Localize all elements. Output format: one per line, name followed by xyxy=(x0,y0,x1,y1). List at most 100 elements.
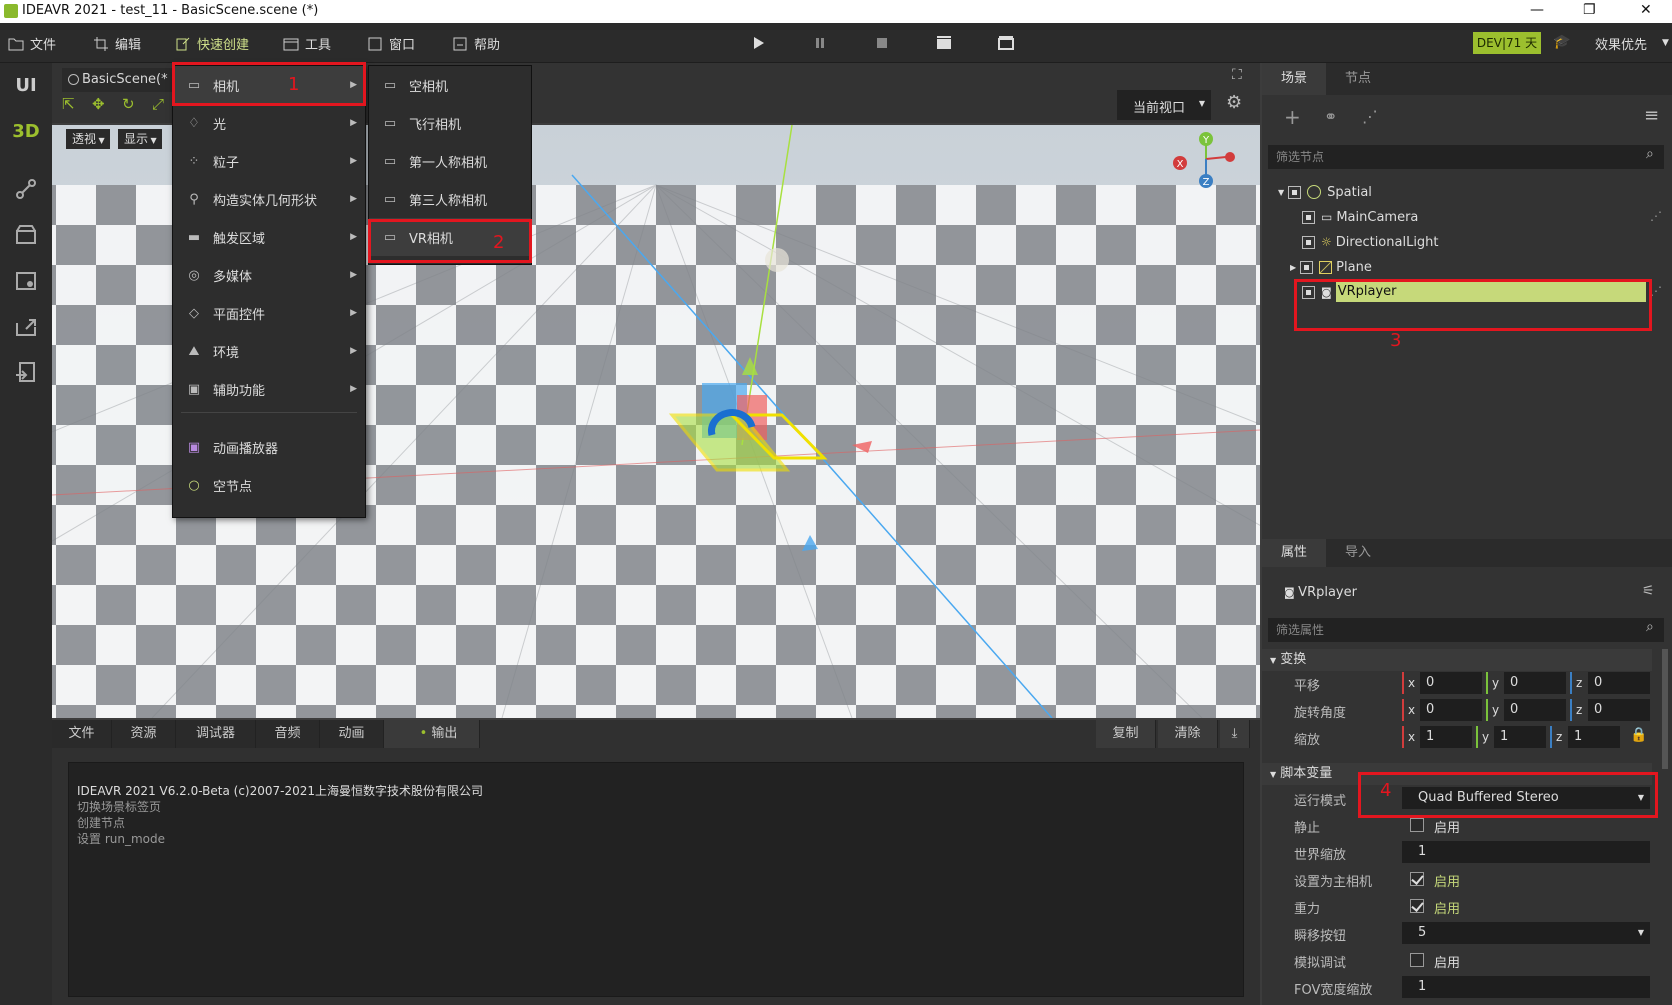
tab-node[interactable]: 节点 xyxy=(1326,63,1390,95)
menu-window[interactable]: 窗口 xyxy=(367,34,415,53)
menu-item-empty-node[interactable]: ○ 空节点 xyxy=(173,466,365,504)
world-scale-field[interactable]: 1 xyxy=(1402,841,1650,863)
menu-edit[interactable]: 编辑 xyxy=(93,34,141,53)
link-icon[interactable]: ⚭ xyxy=(1324,107,1337,126)
tab-files[interactable]: 文件 xyxy=(52,720,112,748)
close-icon[interactable]: ✕ xyxy=(1640,2,1652,18)
scale-x-field[interactable]: 1 xyxy=(1420,726,1472,748)
scene-tab[interactable]: BasicScene(* xyxy=(62,68,180,92)
rotate-tool-icon[interactable]: ↻ xyxy=(122,95,135,113)
submenu-vr-camera[interactable]: ▭ VR相机 xyxy=(369,218,531,256)
menu-item-particles[interactable]: ⁘ 粒子 ▶ xyxy=(173,142,365,180)
scale-z-field[interactable]: 1 xyxy=(1568,726,1620,748)
3d-mode-button[interactable]: 3D xyxy=(12,121,40,149)
axis-gizmo[interactable]: Y Z X xyxy=(1172,131,1242,195)
inspector-scrollbar[interactable] xyxy=(1662,649,1668,769)
rotation-z-field[interactable]: 0 xyxy=(1588,699,1650,721)
visibility-toggle[interactable] xyxy=(1288,185,1302,199)
filter-nodes-input[interactable]: 筛选节点 xyxy=(1268,145,1664,169)
tree-node-spatial[interactable]: ▼ Spatial xyxy=(1278,181,1372,203)
add-node-icon[interactable]: + xyxy=(1284,105,1301,129)
restore-icon[interactable]: ❐ xyxy=(1583,2,1596,18)
chevron-down-icon[interactable]: ▼ xyxy=(1662,38,1669,48)
settings-panel-icon[interactable] xyxy=(12,267,40,295)
tab-properties[interactable]: 属性 xyxy=(1262,539,1326,567)
expand-arrow-icon[interactable]: ▶ xyxy=(1290,263,1296,272)
menu-quick-create[interactable]: 快速创建 xyxy=(175,34,249,53)
script-variables-section[interactable]: ▼ 脚本变量 xyxy=(1262,763,1652,785)
node-graph-icon[interactable]: ⋰ xyxy=(1650,209,1662,223)
menu-item-environment[interactable]: ⛰ 环境 ▶ xyxy=(173,332,365,370)
main-camera-checkbox[interactable] xyxy=(1410,872,1424,886)
console-output[interactable]: IDEAVR 2021 V6.2.0-Beta (c)2007-2021上海曼恒… xyxy=(68,762,1244,997)
tab-output[interactable]: • 输出 xyxy=(384,720,480,748)
store-icon[interactable] xyxy=(12,221,40,249)
node-graph-icon[interactable] xyxy=(12,175,40,203)
submenu-third-person-camera[interactable]: ▭ 第三人称相机 xyxy=(369,180,531,218)
menu-item-light[interactable]: ♢ 光 ▶ xyxy=(173,104,365,142)
perspective-button[interactable]: 透视 ▼ xyxy=(66,129,110,149)
node-graph-icon[interactable]: ⋰ xyxy=(1650,284,1662,298)
menu-item-toolbox[interactable]: ▣ 辅助功能 ▶ xyxy=(173,370,365,408)
run-scene-icon[interactable] xyxy=(936,35,952,51)
tab-resources[interactable]: 资源 xyxy=(112,720,176,748)
export-icon[interactable] xyxy=(12,313,40,341)
copy-button[interactable]: 复制 xyxy=(1096,720,1156,748)
menu-item-camera[interactable]: ▭ 相机 ▶ xyxy=(173,66,365,104)
tree-node-directionallight[interactable]: ☼ DirectionalLight xyxy=(1302,231,1439,253)
menu-item-csg[interactable]: ⚲ 构造实体几何形状 ▶ xyxy=(173,180,365,218)
current-view-dropdown[interactable]: 当前视口 ▼ xyxy=(1117,90,1211,120)
teleport-button-dropdown[interactable]: 5 ▼ xyxy=(1402,922,1650,944)
stop-icon[interactable] xyxy=(874,35,890,51)
scale-y-field[interactable]: 1 xyxy=(1494,726,1546,748)
translation-z-field[interactable]: 0 xyxy=(1588,672,1650,694)
select-tool-icon[interactable]: ⇱ xyxy=(62,95,75,113)
expand-arrow-icon[interactable]: ▼ xyxy=(1278,188,1284,197)
tab-import[interactable]: 导入 xyxy=(1326,539,1390,567)
submenu-empty-camera[interactable]: ▭ 空相机 xyxy=(369,66,531,104)
visibility-toggle[interactable] xyxy=(1302,235,1315,249)
menu-help[interactable]: 帮助 xyxy=(452,34,500,53)
play-icon[interactable] xyxy=(750,35,766,51)
menu-tools[interactable]: 工具 xyxy=(283,34,331,53)
pause-icon[interactable] xyxy=(812,35,828,51)
menu-item-control[interactable]: ◇ 平面控件 ▶ xyxy=(173,294,365,332)
static-checkbox[interactable] xyxy=(1410,818,1424,832)
tree-node-vrplayer[interactable]: ◙ VRplayer xyxy=(1302,281,1646,303)
gravity-checkbox[interactable] xyxy=(1410,899,1424,913)
ui-mode-button[interactable]: UI xyxy=(12,75,40,103)
fov-scale-field[interactable]: 1 xyxy=(1402,976,1650,998)
translation-y-field[interactable]: 0 xyxy=(1504,672,1566,694)
menu-file[interactable]: 文件 xyxy=(8,34,56,53)
run-mode-dropdown[interactable]: Quad Buffered Stereo ▼ xyxy=(1402,787,1650,809)
transform-section[interactable]: ▼ 变换 xyxy=(1262,649,1652,671)
rotation-y-field[interactable]: 0 xyxy=(1504,699,1566,721)
tab-audio[interactable]: 音频 xyxy=(256,720,320,748)
lock-icon[interactable]: 🔒 xyxy=(1630,727,1647,743)
import-icon[interactable] xyxy=(12,359,40,387)
sliders-icon[interactable]: ⚟ xyxy=(1642,583,1655,599)
menu-item-media[interactable]: ◎ 多媒体 ▶ xyxy=(173,256,365,294)
simulate-debug-checkbox[interactable] xyxy=(1410,953,1424,967)
scale-tool-icon[interactable]: ⤢ xyxy=(152,95,164,113)
screenshot-icon[interactable]: ⛶ xyxy=(1232,67,1242,83)
display-button[interactable]: 显示 ▼ xyxy=(118,129,162,149)
gear-icon[interactable]: ⚙ xyxy=(1226,92,1242,113)
move-tool-icon[interactable]: ✥ xyxy=(92,95,105,113)
node-graph-icon[interactable]: ⋰ xyxy=(1362,107,1378,126)
submenu-first-person-camera[interactable]: ▭ 第一人称相机 xyxy=(369,142,531,180)
visibility-toggle[interactable] xyxy=(1302,210,1315,224)
menu-icon[interactable]: ≡ xyxy=(1644,105,1659,126)
tree-node-maincamera[interactable]: ▭ MainCamera xyxy=(1302,206,1418,228)
tab-debugger[interactable]: 调试器 xyxy=(176,720,256,748)
menu-item-trigger[interactable]: ▬ 触发区域 ▶ xyxy=(173,218,365,256)
rotation-x-field[interactable]: 0 xyxy=(1420,699,1482,721)
download-icon[interactable]: ⤓ xyxy=(1220,720,1250,748)
filter-properties-input[interactable]: 筛选属性 xyxy=(1268,618,1664,642)
minimize-icon[interactable]: — xyxy=(1530,2,1544,18)
quality-mode[interactable]: 效果优先 xyxy=(1595,34,1647,53)
visibility-toggle[interactable] xyxy=(1302,285,1315,299)
visibility-toggle[interactable] xyxy=(1300,260,1314,274)
clear-button[interactable]: 清除 xyxy=(1158,720,1218,748)
submenu-fly-camera[interactable]: ▭ 飞行相机 xyxy=(369,104,531,142)
